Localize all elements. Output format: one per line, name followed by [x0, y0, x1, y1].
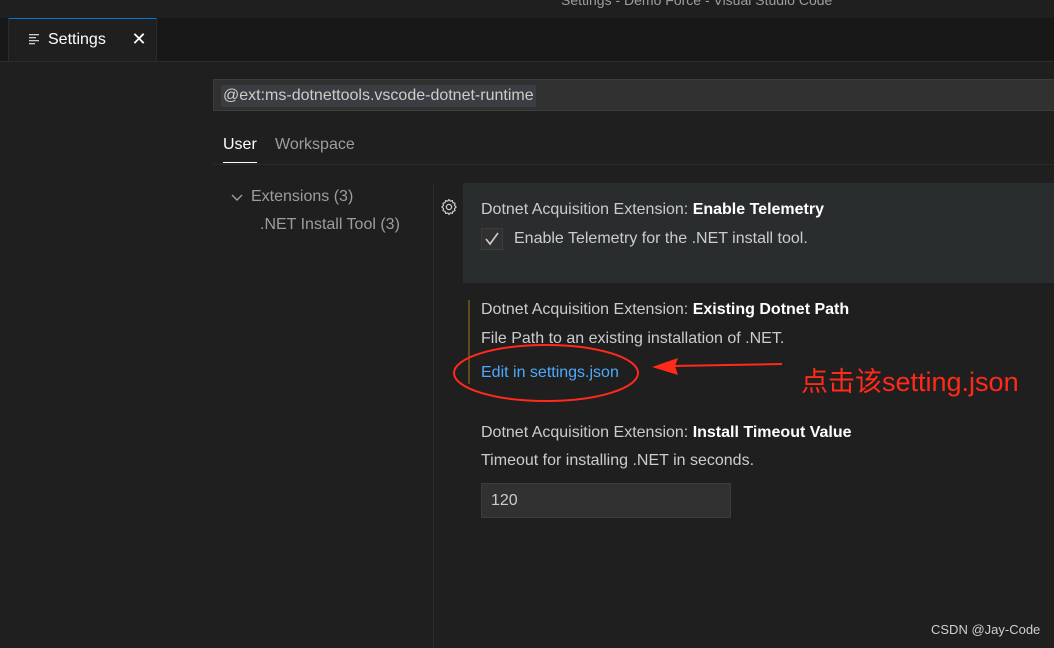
tab-user[interactable]: User: [223, 136, 257, 163]
tab-label: Settings: [48, 31, 106, 48]
settings-search-input[interactable]: @ext:ms-dotnettools.vscode-dotnet-runtim…: [213, 79, 1054, 111]
setting-category: Dotnet Acquisition Extension:: [481, 201, 693, 218]
setting-name: Existing Dotnet Path: [692, 301, 850, 318]
settings-editor-icon: [29, 34, 39, 45]
setting-title-existing-dotnet-path: Dotnet Acquisition Extension: Existing D…: [481, 301, 849, 319]
annotation-text: 点击该setting.json: [801, 367, 1019, 397]
settings-scope-tabs: User Workspace: [213, 128, 1054, 165]
setting-description: Timeout for installing .NET in seconds.: [481, 452, 755, 469]
setting-category: Dotnet Acquisition Extension:: [481, 424, 693, 441]
gear-icon[interactable]: [440, 198, 458, 216]
chevron-down-icon[interactable]: [230, 191, 244, 205]
tab-workspace[interactable]: Workspace: [275, 136, 355, 162]
tab-settings[interactable]: Settings ✕: [8, 18, 157, 61]
search-query: @ext:ms-dotnettools.vscode-dotnet-runtim…: [221, 85, 536, 107]
setting-description: File Path to an existing installation of…: [481, 330, 785, 347]
setting-name: Install Timeout Value: [692, 424, 852, 441]
modified-indicator: [468, 300, 470, 384]
setting-name: Enable Telemetry: [692, 201, 824, 218]
window-title: Settings - Demo Force - Visual Studio Co…: [561, 0, 833, 8]
annotation-arrow-head: [652, 358, 678, 375]
install-timeout-input[interactable]: 120: [481, 483, 731, 518]
toc-divider: [433, 183, 434, 648]
toc-item-net-install-tool[interactable]: .NET Install Tool (3): [260, 216, 400, 234]
close-icon[interactable]: ✕: [130, 30, 148, 48]
edit-in-settings-json-link[interactable]: Edit in settings.json: [481, 364, 619, 382]
editor-tab-strip: Settings ✕: [0, 18, 1054, 62]
toc-item-extensions[interactable]: Extensions (3): [251, 188, 353, 206]
watermark: CSDN @Jay-Code: [931, 622, 1041, 637]
enable-telemetry-checkbox[interactable]: [481, 228, 503, 250]
title-bar: Settings - Demo Force - Visual Studio Co…: [0, 0, 1054, 18]
setting-description: Enable Telemetry for the .NET install to…: [514, 230, 808, 247]
check-icon: [485, 232, 499, 246]
annotation-arrow-shaft: [671, 363, 783, 367]
setting-title-install-timeout-value: Dotnet Acquisition Extension: Install Ti…: [481, 424, 852, 442]
setting-title-enable-telemetry: Dotnet Acquisition Extension: Enable Tel…: [481, 201, 824, 219]
setting-category: Dotnet Acquisition Extension:: [481, 301, 693, 318]
